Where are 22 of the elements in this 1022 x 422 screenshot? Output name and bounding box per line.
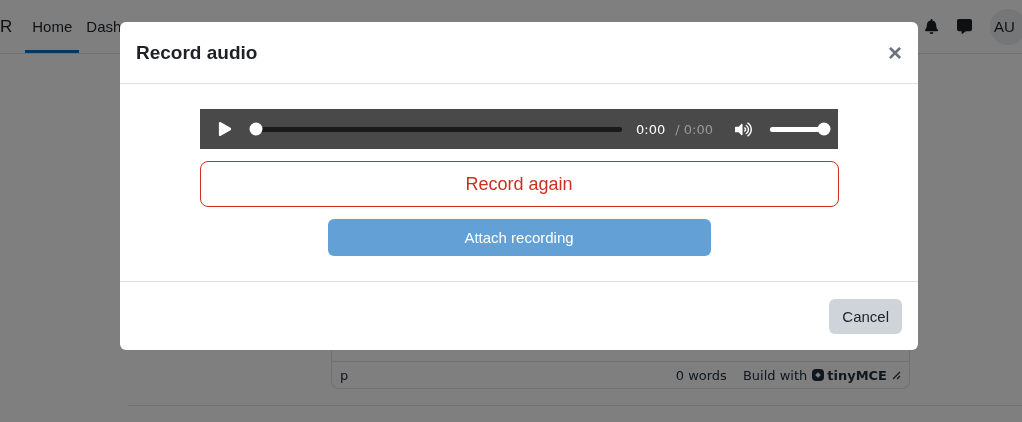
record-again-button[interactable]: Record again bbox=[199, 161, 839, 207]
duration: / 0:00 bbox=[675, 121, 713, 137]
word-count[interactable]: 0 words bbox=[675, 367, 727, 383]
resize-handle-icon[interactable] bbox=[891, 370, 901, 380]
current-time: 0:00 bbox=[636, 121, 666, 137]
volume-thumb[interactable] bbox=[817, 122, 831, 136]
attach-recording-button[interactable]: Attach recording bbox=[327, 219, 711, 256]
dialog-title: Record audio bbox=[136, 41, 258, 64]
element-path[interactable]: p bbox=[340, 367, 349, 383]
play-icon[interactable] bbox=[218, 122, 232, 136]
brand-link[interactable]: tinyMCE bbox=[827, 367, 887, 383]
message-icon[interactable] bbox=[957, 19, 972, 34]
notification-icon[interactable] bbox=[924, 19, 939, 34]
cancel-button[interactable]: Cancel bbox=[829, 298, 902, 334]
seek-thumb[interactable] bbox=[249, 122, 263, 136]
nav-link[interactable]: Home bbox=[25, 0, 80, 53]
volume-icon[interactable] bbox=[735, 120, 752, 138]
user-avatar[interactable]: AU bbox=[990, 8, 1022, 45]
logo-icon bbox=[811, 368, 826, 382]
branding-text: Build with bbox=[742, 367, 808, 383]
close-button[interactable]: × bbox=[888, 38, 902, 67]
site-logo[interactable]: R bbox=[0, 16, 13, 37]
